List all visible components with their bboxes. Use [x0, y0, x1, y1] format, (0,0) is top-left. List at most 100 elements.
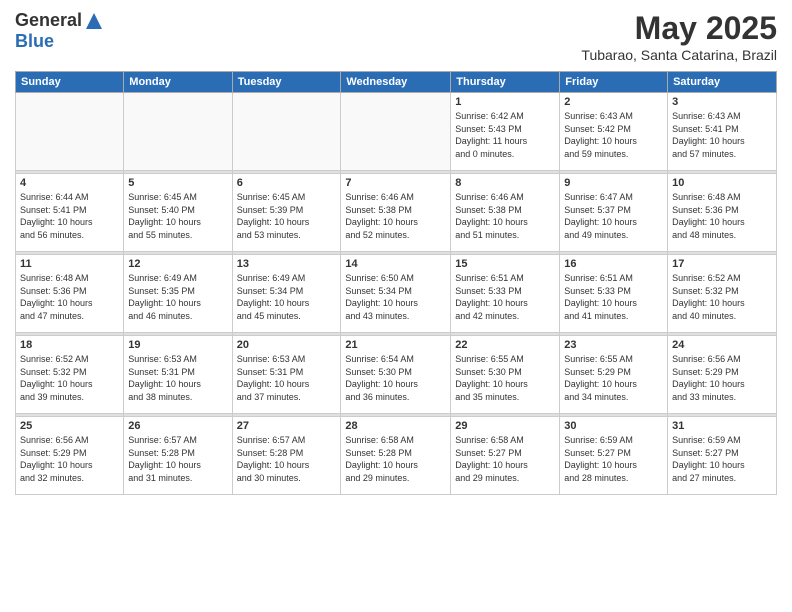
col-monday: Monday: [124, 72, 232, 93]
day-number: 11: [20, 258, 119, 270]
day-cell: 13 Sunrise: 6:49 AM Sunset: 5:34 PM Dayli…: [232, 255, 341, 333]
day-cell: 27Sunrise: 6:57 AM Sunset: 5:28 PM Dayli…: [232, 417, 341, 495]
day-number: 25: [20, 420, 119, 432]
day-number: 7: [345, 177, 446, 189]
day-cell: 10Sunrise: 6:48 AM Sunset: 5:36 PM Dayli…: [668, 174, 777, 252]
day-number: 10: [672, 177, 772, 189]
day-number: 2: [564, 96, 663, 108]
day-cell: 19Sunrise: 6:53 AM Sunset: 5:31 PM Dayli…: [124, 336, 232, 414]
col-friday: Friday: [560, 72, 668, 93]
page: General Blue May 2025 Tubarao, Santa Cat…: [0, 0, 792, 612]
day-info: Sunrise: 6:44 AM Sunset: 5:41 PM Dayligh…: [20, 191, 119, 241]
header: General Blue May 2025 Tubarao, Santa Cat…: [15, 10, 777, 63]
day-info: Sunrise: 6:46 AM Sunset: 5:38 PM Dayligh…: [455, 191, 555, 241]
day-info: Sunrise: 6:43 AM Sunset: 5:41 PM Dayligh…: [672, 110, 772, 160]
day-number: 12: [128, 258, 227, 270]
day-cell: 26Sunrise: 6:57 AM Sunset: 5:28 PM Dayli…: [124, 417, 232, 495]
day-cell: 11 Sunrise: 6:48 AM Sunset: 5:36 PM Dayli…: [16, 255, 124, 333]
day-cell: 23Sunrise: 6:55 AM Sunset: 5:29 PM Dayli…: [560, 336, 668, 414]
day-cell: 3 Sunrise: 6:43 AM Sunset: 5:41 PM Daylig…: [668, 93, 777, 171]
day-cell: 24 Sunrise: 6:56 AM Sunset: 5:29 PM Dayli…: [668, 336, 777, 414]
day-number: 22: [455, 339, 555, 351]
day-info: Sunrise: 6:58 AM Sunset: 5:28 PM Dayligh…: [345, 434, 446, 484]
day-info: Sunrise: 6:43 AM Sunset: 5:42 PM Dayligh…: [564, 110, 663, 160]
day-number: 26: [128, 420, 227, 432]
day-cell: 16Sunrise: 6:51 AM Sunset: 5:33 PM Dayli…: [560, 255, 668, 333]
day-info: Sunrise: 6:49 AM Sunset: 5:34 PM Dayligh…: [237, 272, 337, 322]
day-cell: 6 Sunrise: 6:45 AM Sunset: 5:39 PM Daylig…: [232, 174, 341, 252]
day-info: Sunrise: 6:52 AM Sunset: 5:32 PM Dayligh…: [672, 272, 772, 322]
day-cell: 15 Sunrise: 6:51 AM Sunset: 5:33 PM Dayli…: [451, 255, 560, 333]
logo-blue: Blue: [15, 31, 54, 52]
day-cell: 21Sunrise: 6:54 AM Sunset: 5:30 PM Dayli…: [341, 336, 451, 414]
day-info: Sunrise: 6:56 AM Sunset: 5:29 PM Dayligh…: [672, 353, 772, 403]
day-cell: 18Sunrise: 6:52 AM Sunset: 5:32 PM Dayli…: [16, 336, 124, 414]
day-cell: 14 Sunrise: 6:50 AM Sunset: 5:34 PM Dayli…: [341, 255, 451, 333]
day-number: 16: [564, 258, 663, 270]
day-info: Sunrise: 6:49 AM Sunset: 5:35 PM Dayligh…: [128, 272, 227, 322]
day-cell: 4 Sunrise: 6:44 AM Sunset: 5:41 PM Daylig…: [16, 174, 124, 252]
day-number: 24: [672, 339, 772, 351]
day-cell: 29Sunrise: 6:58 AM Sunset: 5:27 PM Dayli…: [451, 417, 560, 495]
day-info: Sunrise: 6:59 AM Sunset: 5:27 PM Dayligh…: [564, 434, 663, 484]
day-info: Sunrise: 6:55 AM Sunset: 5:30 PM Dayligh…: [455, 353, 555, 403]
day-number: 27: [237, 420, 337, 432]
day-cell: 31 Sunrise: 6:59 AM Sunset: 5:27 PM Dayli…: [668, 417, 777, 495]
col-thursday: Thursday: [451, 72, 560, 93]
day-cell: 22 Sunrise: 6:55 AM Sunset: 5:30 PM Dayli…: [451, 336, 560, 414]
day-number: 6: [237, 177, 337, 189]
day-info: Sunrise: 6:58 AM Sunset: 5:27 PM Dayligh…: [455, 434, 555, 484]
day-info: Sunrise: 6:53 AM Sunset: 5:31 PM Dayligh…: [128, 353, 227, 403]
day-cell: 28 Sunrise: 6:58 AM Sunset: 5:28 PM Dayli…: [341, 417, 451, 495]
day-info: Sunrise: 6:45 AM Sunset: 5:40 PM Dayligh…: [128, 191, 227, 241]
week-row-4: 18Sunrise: 6:52 AM Sunset: 5:32 PM Dayli…: [16, 336, 777, 414]
logo: General Blue: [15, 10, 104, 52]
day-number: 21: [345, 339, 446, 351]
week-row-1: 1 Sunrise: 6:42 AM Sunset: 5:43 PM Daylig…: [16, 93, 777, 171]
day-number: 14: [345, 258, 446, 270]
month-title: May 2025: [581, 10, 777, 47]
day-info: Sunrise: 6:46 AM Sunset: 5:38 PM Dayligh…: [345, 191, 446, 241]
day-number: 17: [672, 258, 772, 270]
day-number: 4: [20, 177, 119, 189]
day-cell: [124, 93, 232, 171]
col-saturday: Saturday: [668, 72, 777, 93]
day-info: Sunrise: 6:51 AM Sunset: 5:33 PM Dayligh…: [455, 272, 555, 322]
day-number: 28: [345, 420, 446, 432]
day-cell: 2 Sunrise: 6:43 AM Sunset: 5:42 PM Daylig…: [560, 93, 668, 171]
col-sunday: Sunday: [16, 72, 124, 93]
day-info: Sunrise: 6:50 AM Sunset: 5:34 PM Dayligh…: [345, 272, 446, 322]
day-number: 31: [672, 420, 772, 432]
day-cell: 5 Sunrise: 6:45 AM Sunset: 5:40 PM Daylig…: [124, 174, 232, 252]
day-number: 23: [564, 339, 663, 351]
day-number: 30: [564, 420, 663, 432]
day-info: Sunrise: 6:47 AM Sunset: 5:37 PM Dayligh…: [564, 191, 663, 241]
calendar-table: Sunday Monday Tuesday Wednesday Thursday…: [15, 71, 777, 495]
day-info: Sunrise: 6:42 AM Sunset: 5:43 PM Dayligh…: [455, 110, 555, 160]
week-row-3: 11 Sunrise: 6:48 AM Sunset: 5:36 PM Dayli…: [16, 255, 777, 333]
col-wednesday: Wednesday: [341, 72, 451, 93]
day-cell: [232, 93, 341, 171]
day-info: Sunrise: 6:52 AM Sunset: 5:32 PM Dayligh…: [20, 353, 119, 403]
day-cell: 7 Sunrise: 6:46 AM Sunset: 5:38 PM Daylig…: [341, 174, 451, 252]
day-number: 13: [237, 258, 337, 270]
subtitle: Tubarao, Santa Catarina, Brazil: [581, 47, 777, 63]
day-number: 20: [237, 339, 337, 351]
day-cell: 30 Sunrise: 6:59 AM Sunset: 5:27 PM Dayli…: [560, 417, 668, 495]
day-info: Sunrise: 6:45 AM Sunset: 5:39 PM Dayligh…: [237, 191, 337, 241]
title-block: May 2025 Tubarao, Santa Catarina, Brazil: [581, 10, 777, 63]
day-number: 1: [455, 96, 555, 108]
day-number: 5: [128, 177, 227, 189]
day-cell: [16, 93, 124, 171]
day-info: Sunrise: 6:48 AM Sunset: 5:36 PM Dayligh…: [20, 272, 119, 322]
day-info: Sunrise: 6:53 AM Sunset: 5:31 PM Dayligh…: [237, 353, 337, 403]
day-info: Sunrise: 6:59 AM Sunset: 5:27 PM Dayligh…: [672, 434, 772, 484]
day-cell: 9Sunrise: 6:47 AM Sunset: 5:37 PM Daylig…: [560, 174, 668, 252]
col-tuesday: Tuesday: [232, 72, 341, 93]
day-cell: 8Sunrise: 6:46 AM Sunset: 5:38 PM Daylig…: [451, 174, 560, 252]
day-number: 15: [455, 258, 555, 270]
day-cell: 25Sunrise: 6:56 AM Sunset: 5:29 PM Dayli…: [16, 417, 124, 495]
logo-icon: [84, 11, 104, 31]
day-number: 3: [672, 96, 772, 108]
week-row-5: 25Sunrise: 6:56 AM Sunset: 5:29 PM Dayli…: [16, 417, 777, 495]
